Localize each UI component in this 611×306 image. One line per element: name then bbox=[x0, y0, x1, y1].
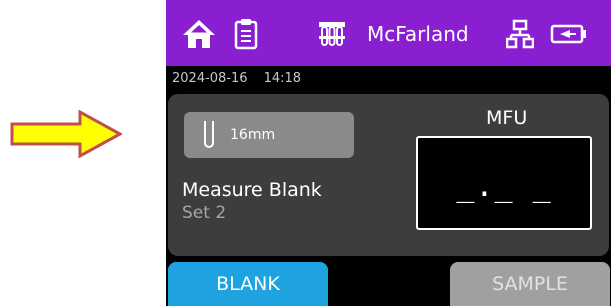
network-icon[interactable] bbox=[506, 18, 534, 50]
blank-button[interactable]: BLANK bbox=[168, 262, 328, 306]
measurement-panel: 16mm Measure Blank Set 2 MFU _._ _ bbox=[168, 94, 609, 256]
measure-title: Measure Blank bbox=[182, 179, 322, 201]
measure-set: Set 2 bbox=[182, 203, 227, 223]
device-screen: McFarland 2024-08-1614:18 16mm Measure bbox=[166, 0, 611, 306]
test-tube-icon bbox=[204, 121, 214, 148]
status-line: 2024-08-16 14:18 bbox=[172, 71, 301, 87]
header-bar: McFarland bbox=[166, 0, 611, 66]
sample-button[interactable]: SAMPLE bbox=[450, 262, 610, 306]
tube-size-button[interactable]: 16mm bbox=[184, 112, 354, 158]
tube-size-label: 16mm bbox=[230, 127, 276, 143]
battery-icon bbox=[550, 24, 586, 44]
mfu-readout: _._ _ bbox=[416, 136, 592, 230]
test-tube-rack-icon[interactable] bbox=[316, 18, 348, 50]
time-text: 14:18 bbox=[263, 71, 302, 86]
date-text: 2024-08-16 bbox=[172, 71, 248, 86]
mfu-value: _._ _ bbox=[456, 169, 552, 204]
clipboard-icon[interactable] bbox=[234, 18, 258, 50]
mfu-label: MFU bbox=[486, 107, 528, 129]
home-icon[interactable] bbox=[182, 18, 216, 50]
header-title: McFarland bbox=[367, 22, 469, 46]
pointer-arrow-icon bbox=[10, 110, 122, 158]
